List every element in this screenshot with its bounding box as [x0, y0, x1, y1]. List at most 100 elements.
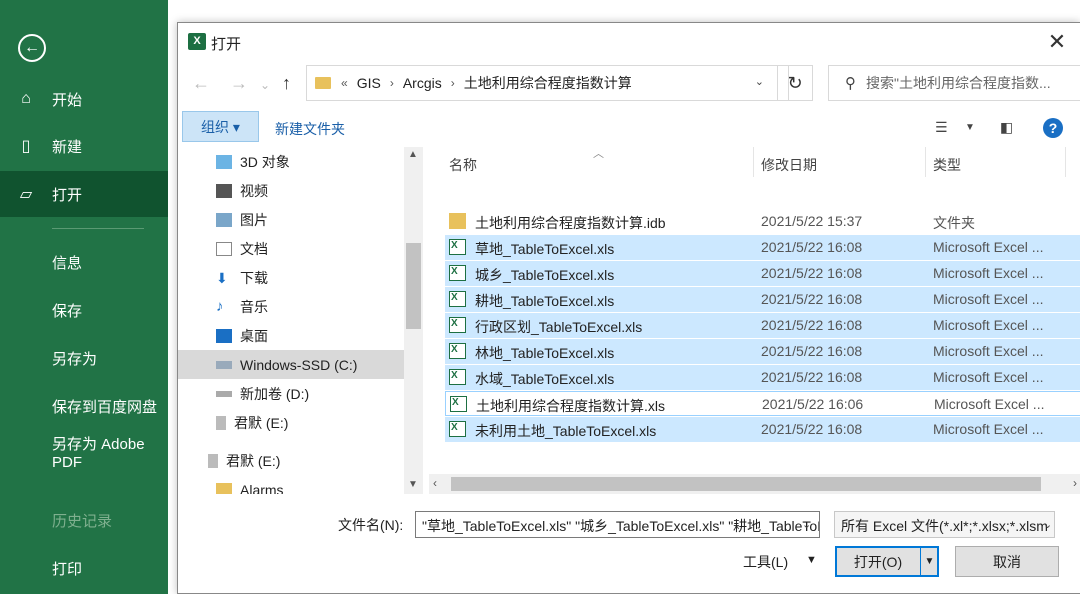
nav-print[interactable]: 打印: [0, 545, 168, 591]
file-date: 2021/5/22 16:06: [762, 396, 864, 412]
tree-label: 音乐: [240, 298, 268, 315]
tree-item-c-drive[interactable]: Windows-SSD (C:): [178, 350, 404, 379]
organize-button[interactable]: 组织 ▾: [182, 111, 259, 142]
excel-file-icon: [449, 343, 466, 359]
up-folder-icon[interactable]: ↑: [282, 73, 291, 94]
new-folder-button[interactable]: 新建文件夹: [275, 119, 345, 139]
nav-info[interactable]: 信息: [0, 239, 168, 285]
column-divider[interactable]: [1065, 147, 1066, 177]
tools-menu[interactable]: 工具(L): [743, 552, 788, 572]
file-type: Microsoft Excel ...: [933, 369, 1044, 385]
breadcrumb-arcgis[interactable]: Arcgis: [403, 75, 442, 91]
usb-drive-icon: [216, 415, 226, 430]
tree-item-desktop[interactable]: 桌面: [178, 321, 404, 350]
chevron-down-icon[interactable]: ⌄: [1043, 518, 1052, 531]
3d-objects-icon: [216, 154, 232, 169]
column-divider[interactable]: [925, 147, 926, 177]
refresh-icon[interactable]: ↻: [777, 65, 813, 101]
chevron-down-icon[interactable]: ⌄: [802, 518, 811, 531]
tree-item-documents[interactable]: 文档: [178, 234, 404, 263]
column-divider[interactable]: [753, 147, 754, 177]
excel-file-icon: [450, 396, 467, 412]
tree-item-e-drive[interactable]: 君默 (E:): [178, 408, 404, 437]
address-bar[interactable]: « GIS › Arcgis › 土地利用综合程度指数计算 ⌄: [306, 65, 789, 101]
chevron-down-icon[interactable]: ⌄: [755, 75, 764, 88]
file-name: 行政区划_TableToExcel.xls: [475, 319, 643, 335]
tree-item-pictures[interactable]: 图片: [178, 205, 404, 234]
folder-icon: [449, 213, 466, 229]
file-row[interactable]: 土地利用综合程度指数计算.idb 2021/5/22 15:37 文件夹: [445, 209, 1080, 234]
back-icon[interactable]: ←: [192, 73, 210, 94]
nav-home[interactable]: ⌂ 开始: [0, 76, 168, 122]
tree-item-videos[interactable]: 视频: [178, 176, 404, 205]
tree-item-e-drive-root[interactable]: 君默 (E:): [178, 446, 404, 475]
breadcrumb-gis[interactable]: GIS: [357, 75, 381, 91]
backstage-sidebar: ← ⌂ 开始 ▯ 新建 ▱ 打开 信息 保存 另存为 保存到百度网盘 另存为 A…: [0, 0, 168, 594]
breadcrumb-overflow[interactable]: «: [341, 76, 348, 90]
file-row[interactable]: 水域_TableToExcel.xls 2021/5/22 16:08 Micr…: [445, 365, 1080, 390]
scrollbar-thumb[interactable]: [406, 243, 421, 329]
file-row[interactable]: 草地_TableToExcel.xls 2021/5/22 16:08 Micr…: [445, 235, 1080, 260]
close-icon[interactable]: ✕: [1043, 29, 1071, 57]
view-options-icon[interactable]: ☰: [935, 119, 948, 136]
forward-icon[interactable]: →: [230, 73, 248, 94]
file-date: 2021/5/22 15:37: [761, 213, 863, 229]
chevron-down-icon[interactable]: ▼: [965, 122, 975, 133]
file-row[interactable]: 耕地_TableToExcel.xls 2021/5/22 16:08 Micr…: [445, 287, 1080, 312]
nav-open[interactable]: ▱ 打开: [0, 171, 168, 217]
tree-item-3d-objects[interactable]: 3D 对象: [178, 147, 404, 176]
file-name: 土地利用综合程度指数计算.xls: [476, 398, 665, 414]
back-arrow-icon[interactable]: ←: [18, 34, 46, 62]
nav-save-pdf[interactable]: 另存为 Adobe PDF: [0, 436, 150, 476]
nav-save-as[interactable]: 另存为: [0, 335, 168, 381]
tree-item-alarms[interactable]: Alarms: [178, 475, 404, 494]
column-modified[interactable]: 修改日期: [761, 155, 817, 175]
file-date: 2021/5/22 16:08: [761, 369, 863, 385]
scroll-up-icon[interactable]: ▲: [408, 149, 418, 160]
cancel-button[interactable]: 取消: [955, 546, 1059, 577]
help-icon[interactable]: ?: [1043, 118, 1063, 138]
file-date: 2021/5/22 16:08: [761, 265, 863, 281]
column-type[interactable]: 类型: [933, 155, 961, 175]
tree-item-downloads[interactable]: ⬇ 下载: [178, 263, 404, 292]
video-icon: [216, 183, 232, 198]
dialog-title: 打开: [211, 36, 242, 53]
download-icon: ⬇: [216, 269, 228, 286]
column-name[interactable]: 名称: [449, 155, 477, 175]
horizontal-scrollbar[interactable]: ‹ ›: [429, 474, 1080, 494]
scroll-left-icon[interactable]: ‹: [433, 476, 437, 490]
usb-drive-icon: [208, 453, 218, 468]
nav-save-baidu[interactable]: 保存到百度网盘: [0, 383, 168, 429]
file-row[interactable]: 行政区划_TableToExcel.xls 2021/5/22 16:08 Mi…: [445, 313, 1080, 338]
nav-new[interactable]: ▯ 新建: [0, 123, 168, 169]
nav-save[interactable]: 保存: [0, 287, 168, 333]
file-row[interactable]: 林地_TableToExcel.xls 2021/5/22 16:08 Micr…: [445, 339, 1080, 364]
file-row[interactable]: 城乡_TableToExcel.xls 2021/5/22 16:08 Micr…: [445, 261, 1080, 286]
open-button-label: 打开(O): [853, 553, 903, 570]
tree-label: 君默 (E:): [226, 452, 281, 469]
filename-input[interactable]: "草地_TableToExcel.xls" "城乡_TableToExcel.x…: [415, 511, 820, 538]
scrollbar-thumb[interactable]: [451, 477, 1041, 491]
tree-scrollbar[interactable]: ▲ ▼: [404, 147, 423, 494]
breadcrumb-current[interactable]: 土地利用综合程度指数计算: [464, 73, 632, 93]
excel-icon: X: [188, 33, 206, 50]
file-row[interactable]: 土地利用综合程度指数计算.xls 2021/5/22 16:06 Microso…: [445, 391, 1080, 416]
open-options-dropdown[interactable]: ▼: [920, 546, 938, 577]
folder-icon: [216, 482, 232, 494]
recent-dropdown-icon[interactable]: ⌄: [260, 78, 270, 92]
scroll-down-icon[interactable]: ▼: [408, 479, 418, 490]
nav-save-pdf-label: 另存为 Adobe PDF: [52, 436, 145, 471]
preview-pane-icon[interactable]: ◧: [1000, 119, 1013, 136]
search-input[interactable]: ⚲ 搜索"土地利用综合程度指数...: [828, 65, 1080, 101]
file-type-filter[interactable]: 所有 Excel 文件(*.xl*;*.xlsx;*.xlsm: [834, 511, 1055, 538]
file-row[interactable]: 未利用土地_TableToExcel.xls 2021/5/22 16:08 M…: [445, 417, 1080, 442]
tree-label: 视频: [240, 182, 268, 199]
drive-icon: [216, 360, 232, 369]
chevron-down-icon[interactable]: ▼: [806, 554, 817, 566]
chevron-right-icon: ›: [450, 76, 455, 90]
nav-history-label: 历史记录: [52, 512, 113, 530]
tree-item-music[interactable]: ♪ 音乐: [178, 292, 404, 321]
scroll-right-icon[interactable]: ›: [1073, 476, 1077, 490]
tree-item-d-drive[interactable]: 新加卷 (D:): [178, 379, 404, 408]
excel-file-icon: [449, 265, 466, 281]
